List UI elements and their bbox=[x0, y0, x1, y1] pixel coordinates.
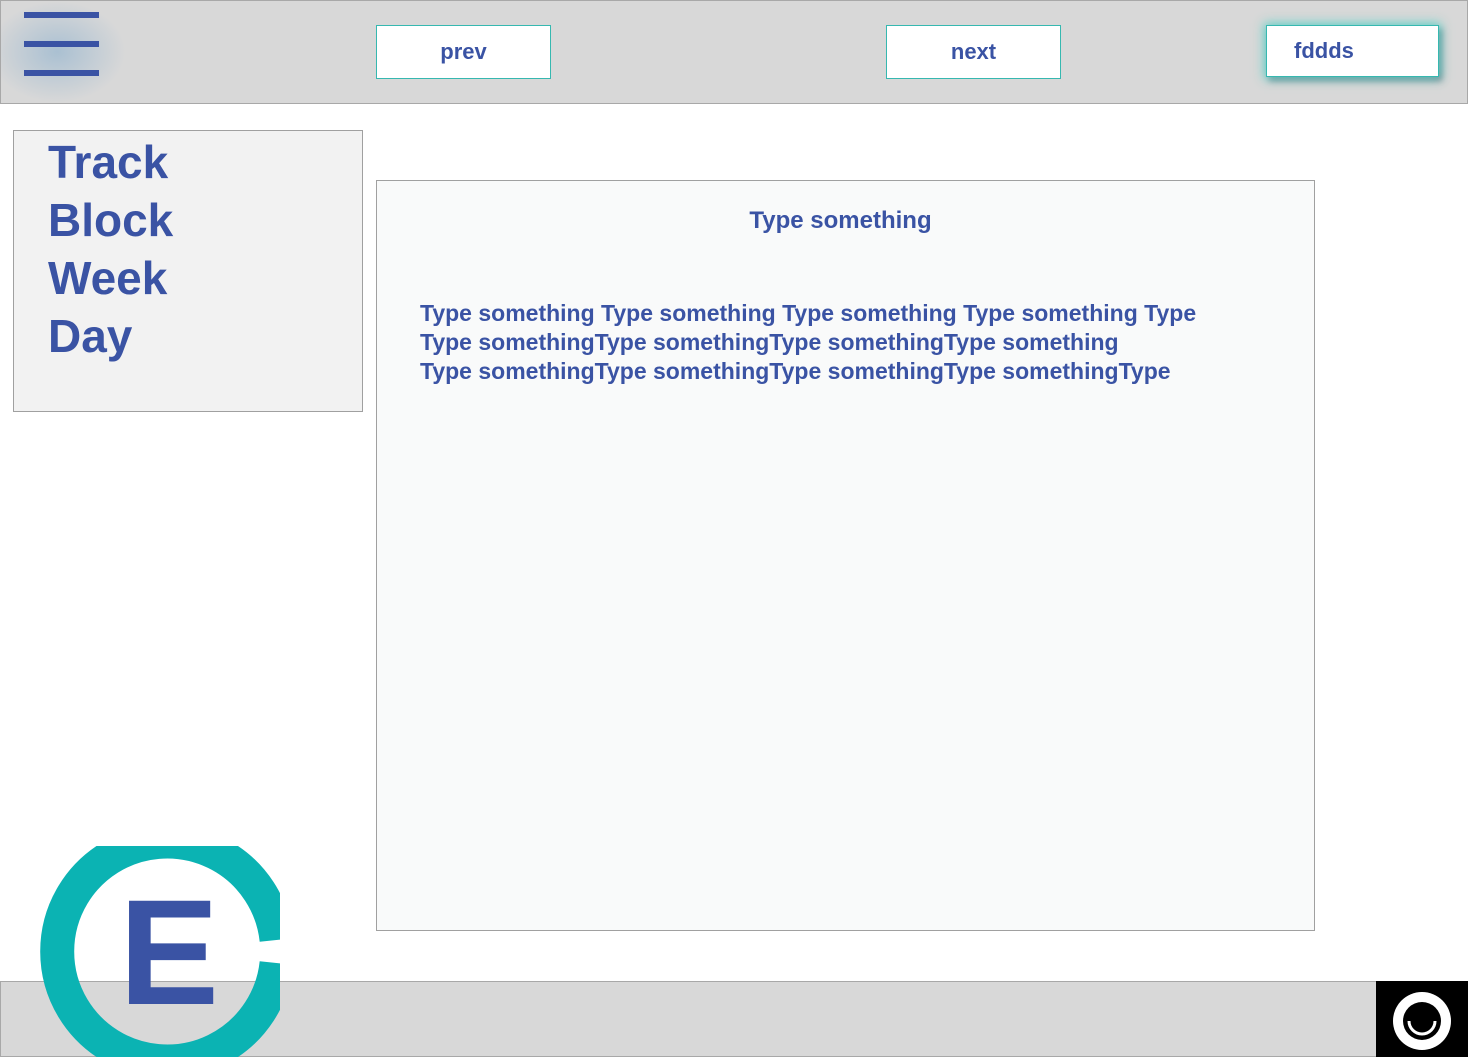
sidebar-item-week[interactable]: Week bbox=[48, 249, 167, 307]
content-line: Type somethingType somethingType somethi… bbox=[420, 329, 1119, 355]
sidebar-item-block[interactable]: Block bbox=[48, 191, 173, 249]
logo-letter: E bbox=[119, 868, 219, 1036]
sidebar-panel: Track Block Week Day bbox=[13, 130, 363, 412]
prev-button[interactable]: prev bbox=[376, 25, 551, 79]
menu-button[interactable] bbox=[1, 1, 126, 103]
brand-logo: E bbox=[40, 846, 280, 1057]
content-panel: Type something Type something Type somet… bbox=[376, 180, 1315, 931]
next-button[interactable]: next bbox=[886, 25, 1061, 79]
content-line: Type something Type something Type somet… bbox=[420, 300, 1197, 326]
top-bar: prev next fddds bbox=[0, 0, 1468, 104]
content-title: Type something bbox=[377, 207, 1310, 235]
content-body: Type something Type something Type somet… bbox=[420, 299, 1196, 386]
content-line: Type somethingType somethingType somethi… bbox=[420, 358, 1171, 384]
sidebar-item-day[interactable]: Day bbox=[48, 307, 132, 365]
corner-button[interactable] bbox=[1376, 981, 1468, 1057]
user-button[interactable]: fddds bbox=[1266, 25, 1439, 77]
circle-smile-icon bbox=[1393, 992, 1451, 1050]
content-title-text: Type something bbox=[749, 207, 932, 234]
sidebar-item-track[interactable]: Track bbox=[48, 133, 168, 191]
